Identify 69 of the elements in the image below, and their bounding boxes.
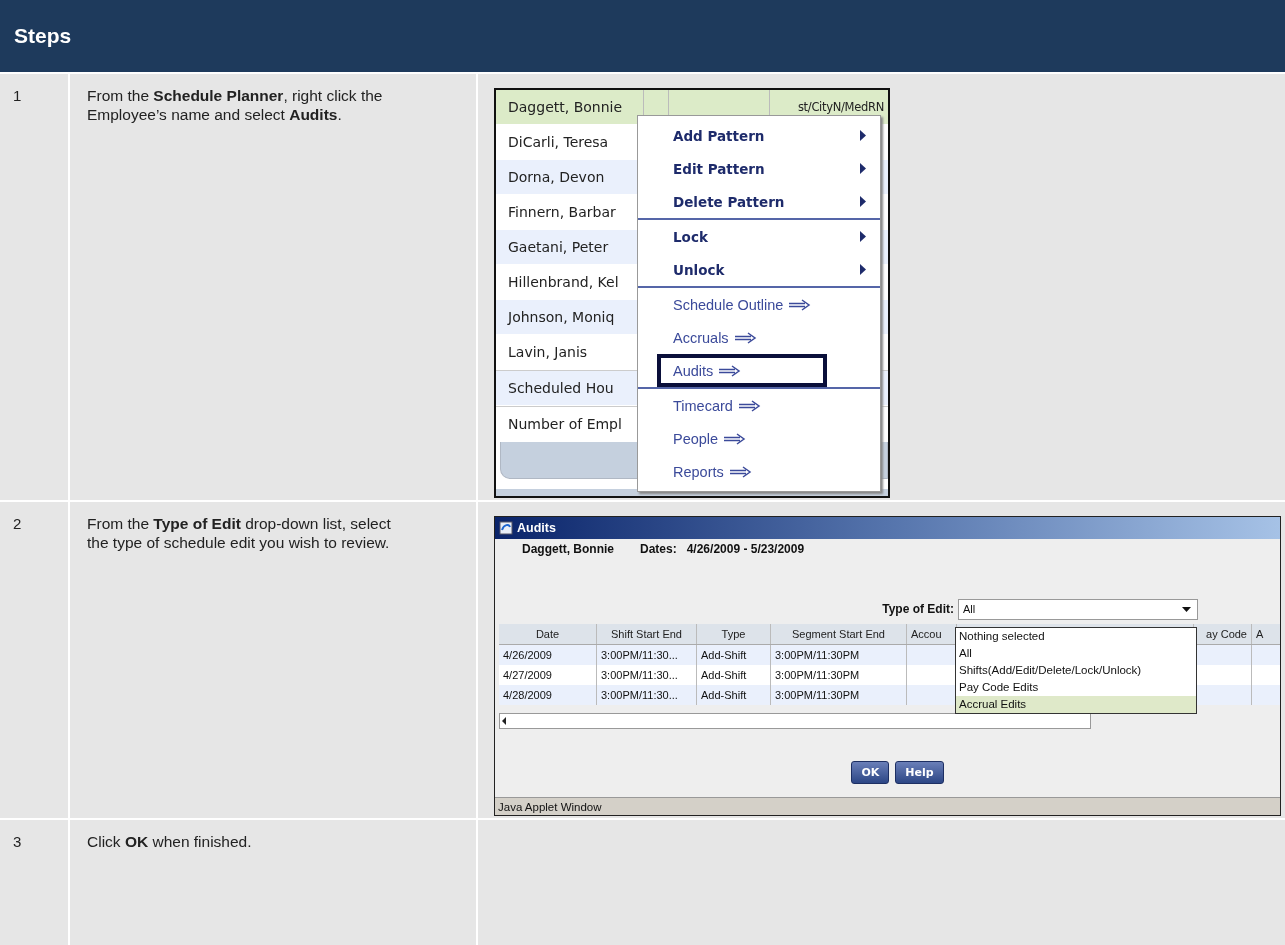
dropdown-option[interactable]: Pay Code Edits: [956, 679, 1196, 696]
menu-item[interactable]: Delete Pattern: [638, 185, 880, 218]
window-icon: [499, 521, 513, 535]
dates-label: Dates:: [640, 542, 677, 556]
double-arrow-icon: [729, 465, 752, 478]
submenu-arrow-icon: [860, 264, 866, 275]
employee-name: Scheduled Hou: [507, 380, 615, 396]
employee-name: Hillenbrand, Kel: [507, 274, 620, 290]
dropdown-option[interactable]: Nothing selected: [956, 628, 1196, 645]
employee-name: Dorna, Devon: [507, 169, 606, 185]
menu-item[interactable]: Reports: [638, 455, 880, 488]
menu-item[interactable]: Timecard: [638, 389, 880, 422]
employee-name: Lavin, Janis: [507, 344, 589, 360]
step-number: 2: [0, 502, 70, 818]
employee-name: Finnern, Barbar: [507, 204, 617, 220]
column-header[interactable]: A: [1252, 624, 1280, 644]
column-header[interactable]: Shift Start End: [597, 624, 697, 644]
menu-item[interactable]: People: [638, 422, 880, 455]
submenu-arrow-icon: [860, 231, 866, 242]
horizontal-scrollbar[interactable]: [499, 713, 1091, 729]
menu-item[interactable]: Accruals: [638, 321, 880, 354]
column-header[interactable]: Type: [697, 624, 771, 644]
employee-name: Gaetani, Peter: [507, 239, 610, 255]
table-cell: 3:00PM/11:30...: [597, 645, 697, 665]
header-title: Steps: [14, 24, 72, 48]
dropdown-option[interactable]: Accrual Edits: [956, 696, 1196, 713]
employee-name: DiCarli, Teresa: [507, 134, 610, 150]
menu-item[interactable]: Lock: [638, 220, 880, 253]
table-cell: 3:00PM/11:30PM: [771, 685, 907, 705]
menu-item[interactable]: Audits: [657, 354, 827, 387]
employee-name: Johnson, Moniq: [506, 309, 616, 325]
table-cell: Add-Shift: [697, 685, 771, 705]
double-arrow-icon: [789, 298, 812, 311]
step-number: 1: [0, 74, 70, 500]
employee-name: Number of Empl: [507, 416, 623, 432]
type-of-edit-dropdown[interactable]: All: [958, 598, 1198, 620]
scroll-left-icon: [500, 717, 508, 725]
filter-label: Type of Edit:: [882, 602, 954, 616]
menu-item[interactable]: Unlock: [638, 253, 880, 286]
menu-item[interactable]: Edit Pattern: [638, 152, 880, 185]
step-number: 3: [0, 820, 70, 945]
ok-button[interactable]: OK: [851, 761, 890, 784]
help-button[interactable]: Help: [895, 761, 944, 784]
column-header[interactable]: Segment Start End: [771, 624, 907, 644]
dropdown-caret-icon: [1182, 606, 1191, 612]
double-arrow-icon: [734, 331, 757, 344]
employee-name: Daggett, Bonnie: [507, 99, 624, 115]
table-cell: Add-Shift: [697, 645, 771, 665]
table-cell: 4/26/2009: [499, 645, 597, 665]
submenu-arrow-icon: [860, 130, 866, 141]
table-cell: 4/28/2009: [499, 685, 597, 705]
table-cell: 3:00PM/11:30PM: [771, 645, 907, 665]
step-instruction: Click OK when finished.: [87, 833, 252, 850]
step-instruction: From the Schedule Planner, right click the Employee’s name and select Audits.: [87, 87, 383, 123]
dropdown-option[interactable]: Shifts(Add/Edit/Delete/Lock/Unlock): [956, 662, 1196, 679]
dates-value: 4/26/2009 - 5/23/2009: [686, 542, 805, 556]
submenu-arrow-icon: [860, 163, 866, 174]
window-title: Audits: [517, 521, 556, 535]
double-arrow-icon: [719, 364, 742, 377]
table-cell: 3:00PM/11:30...: [597, 685, 697, 705]
dropdown-option[interactable]: All: [956, 645, 1196, 662]
employee-name: Daggett, Bonnie: [522, 542, 614, 556]
status-bar: Java Applet Window: [495, 797, 1280, 815]
submenu-arrow-icon: [860, 196, 866, 207]
step-instruction: From the Type of Edit drop-down list, select the type of schedule edit you wish to review.: [87, 515, 391, 551]
double-arrow-icon: [738, 399, 761, 412]
double-arrow-icon: [724, 432, 747, 445]
column-header[interactable]: Date: [499, 624, 597, 644]
menu-item[interactable]: Schedule Outline: [638, 288, 880, 321]
